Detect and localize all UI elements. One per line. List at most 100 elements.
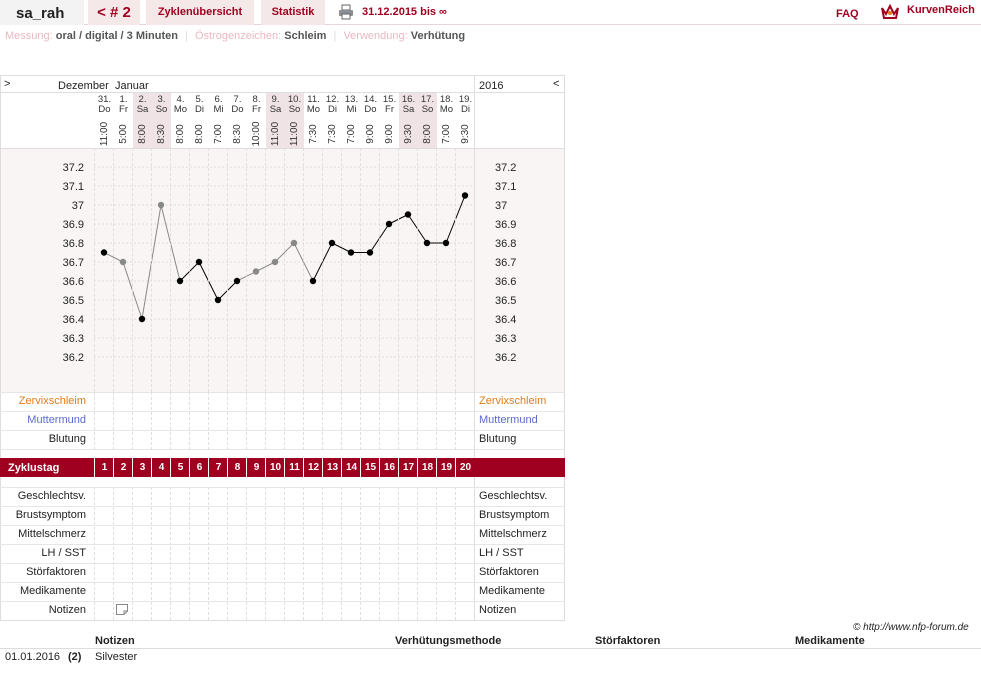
- grid-col-line: [322, 392, 323, 450]
- day-header[interactable]: 31. Do 11:00: [95, 93, 114, 148]
- grid-col-line: [246, 487, 247, 620]
- cycle-day-number[interactable]: 18: [418, 462, 437, 473]
- temp-data-point[interactable]: [271, 258, 279, 266]
- temp-data-point[interactable]: [385, 220, 393, 228]
- grid-col-line: [379, 148, 380, 392]
- measurement-label: Messung:: [5, 30, 53, 42]
- row-label-midpain: Mittelschmerz: [18, 528, 86, 540]
- cycle-day-number[interactable]: 8: [228, 462, 247, 473]
- day-header[interactable]: 12. Di 7:30: [323, 93, 342, 148]
- temp-data-point[interactable]: [366, 249, 374, 256]
- day-header[interactable]: 7. Do 8:30: [228, 93, 247, 148]
- temp-data-point[interactable]: [347, 249, 355, 256]
- day-header[interactable]: 11. Mo 7:30: [304, 93, 323, 148]
- cycle-day-number[interactable]: 12: [304, 462, 323, 473]
- day-header[interactable]: 4. Mo 8:00: [171, 93, 190, 148]
- cycle-day-divider: [132, 458, 133, 477]
- row-label-bleeding: Blutung: [48, 433, 86, 445]
- cycle-day-number[interactable]: 6: [190, 462, 209, 473]
- cycle-day-number[interactable]: 2: [114, 462, 133, 473]
- cycle-day-number[interactable]: 17: [399, 462, 418, 473]
- day-time: 11:00: [288, 121, 300, 146]
- cycle-day-number[interactable]: 20: [456, 462, 475, 473]
- temperature-graph[interactable]: 37.2 37.2 37.1 37.1 37 37 36.9 36.9 36.8 36.8 36.7…: [0, 148, 565, 393]
- temp-data-point[interactable]: [309, 277, 317, 285]
- day-header[interactable]: 13. Mi 7:00: [342, 93, 361, 148]
- cycle-day-number[interactable]: 9: [247, 462, 266, 473]
- nav-back-button[interactable]: >: [4, 78, 10, 90]
- cycle-day-number[interactable]: 19: [437, 462, 456, 473]
- cycle-day-number[interactable]: 14: [342, 462, 361, 473]
- temp-data-point[interactable]: [442, 239, 450, 247]
- temp-tick-label: 36.6: [63, 276, 84, 288]
- printer-icon[interactable]: [338, 4, 354, 20]
- temp-data-point[interactable]: [404, 211, 412, 218]
- grid-col-line: [398, 392, 399, 450]
- day-header[interactable]: 2. Sa 8:00: [133, 93, 152, 148]
- prev-cycle-button[interactable]: < # 2: [88, 0, 140, 25]
- nav-forward-button[interactable]: <: [553, 78, 559, 90]
- temp-data-point[interactable]: [157, 201, 165, 209]
- grid-col-line: [360, 392, 361, 450]
- temp-data-point[interactable]: [423, 239, 431, 247]
- cycle-day-number[interactable]: 10: [266, 462, 285, 473]
- cycle-day-divider: [436, 458, 437, 477]
- day-header[interactable]: 9. Sa 11:00: [266, 93, 285, 148]
- row-label-sex: Geschlechtsv.: [17, 490, 86, 502]
- cycle-day-number[interactable]: 3: [133, 462, 152, 473]
- temp-data-point[interactable]: [119, 258, 127, 266]
- temp-data-point[interactable]: [100, 249, 108, 256]
- measurement-value: oral / digital / 3 Minuten: [55, 30, 178, 42]
- day-header[interactable]: 17. So 8:00: [418, 93, 437, 148]
- grid-row-line: [0, 487, 565, 488]
- temp-data-point[interactable]: [328, 239, 336, 247]
- temp-data-point[interactable]: [214, 296, 222, 304]
- cycle-day-number[interactable]: 4: [152, 462, 171, 473]
- cycle-day-number[interactable]: 7: [209, 462, 228, 473]
- cycle-day-number[interactable]: 15: [361, 462, 380, 473]
- grid-row-line: [0, 601, 565, 602]
- day-time: 8:00: [136, 123, 148, 144]
- temp-data-point[interactable]: [233, 277, 241, 285]
- grid-col-line: [303, 487, 304, 620]
- day-time: 9:30: [459, 123, 471, 144]
- temp-data-point[interactable]: [252, 268, 260, 275]
- cycle-day-number[interactable]: 5: [171, 462, 190, 473]
- day-header[interactable]: 14. Do 9:00: [361, 93, 380, 148]
- cycle-day-number[interactable]: 11: [285, 462, 304, 473]
- temp-tick-label: 36.7: [63, 257, 84, 269]
- day-header[interactable]: 19. Di 9:30: [456, 93, 475, 148]
- temp-data-point[interactable]: [290, 239, 298, 247]
- grid-col-line: [151, 392, 152, 450]
- brand-name[interactable]: KurvenReich: [907, 4, 975, 16]
- row-label-disturbances-right: Störfaktoren: [479, 566, 539, 578]
- grid-col-line: [265, 392, 266, 450]
- temp-tick-label: 36.4: [495, 314, 516, 326]
- day-weekday: Fr: [252, 104, 261, 115]
- cycle-day-number[interactable]: 13: [323, 462, 342, 473]
- cycle-day-divider: [208, 458, 209, 477]
- day-header[interactable]: 1. Fr 5:00: [114, 93, 133, 148]
- day-header[interactable]: 16. Sa 9:30: [399, 93, 418, 148]
- tab-statistics[interactable]: Statistik: [261, 0, 325, 25]
- cycle-day-number[interactable]: 16: [380, 462, 399, 473]
- day-header[interactable]: 10. So 11:00: [285, 93, 304, 148]
- tab-cycle-overview[interactable]: Zyklenübersicht: [146, 0, 254, 25]
- crown-logo-icon[interactable]: [880, 2, 900, 20]
- row-label-cervical-mucus-right: Zervixschleim: [479, 395, 547, 407]
- temp-data-point[interactable]: [461, 192, 469, 199]
- day-header[interactable]: 3. So 8:30: [152, 93, 171, 148]
- temp-data-point[interactable]: [176, 277, 184, 285]
- day-header[interactable]: 5. Di 8:00: [190, 93, 209, 148]
- day-time: 7:30: [326, 123, 338, 144]
- cycle-day-number[interactable]: 1: [95, 462, 114, 473]
- faq-link[interactable]: FAQ: [836, 8, 859, 20]
- note-icon[interactable]: [116, 604, 128, 615]
- temp-tick-label: 36.9: [63, 219, 84, 231]
- day-header[interactable]: 8. Fr 10:00: [247, 93, 266, 148]
- day-header[interactable]: 6. Mi 7:00: [209, 93, 228, 148]
- day-header[interactable]: 15. Fr 9:00: [380, 93, 399, 148]
- temp-data-point[interactable]: [138, 315, 146, 323]
- day-header[interactable]: 18. Mo 7:00: [437, 93, 456, 148]
- temp-data-point[interactable]: [195, 258, 203, 266]
